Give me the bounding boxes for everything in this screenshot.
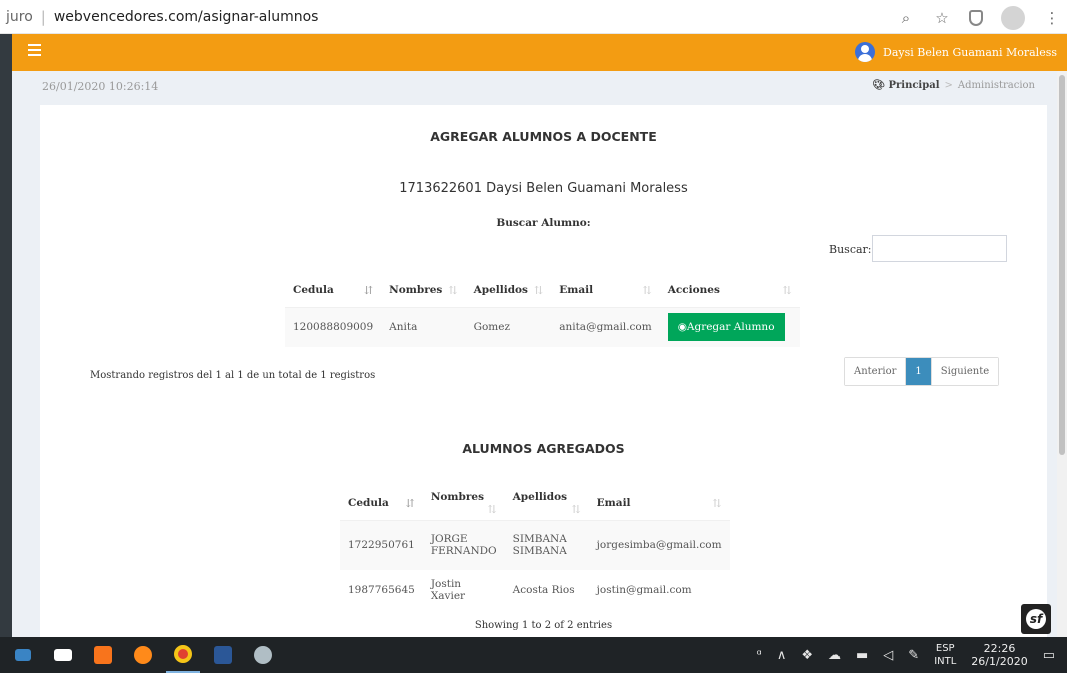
cell-email: anita@gmail.com xyxy=(559,321,652,334)
pen-icon[interactable]: ✎ xyxy=(908,648,919,663)
dropbox-icon[interactable]: ❖ xyxy=(801,648,813,663)
volume-icon[interactable]: ◁ xyxy=(883,648,893,663)
menu-icon[interactable] xyxy=(28,44,41,56)
buscar-alumno-heading: Buscar Alumno: xyxy=(496,217,591,229)
cell-apellidos: Gomez xyxy=(473,321,510,334)
people-icon[interactable]: ᵅ xyxy=(757,648,762,663)
col-header-apellidos[interactable]: Apellidos ⇅ xyxy=(465,275,552,308)
cell-email: jostin@gmail.com xyxy=(596,584,692,596)
table-row: 120088809009 Anita Gomez anita@gmail.com… xyxy=(285,307,800,347)
search-input[interactable] xyxy=(872,235,1007,262)
content-wrapper: 26/01/2020 10:26:14 🎨︎ Principal > Admin… xyxy=(12,71,1057,637)
col-header-nombres[interactable]: Nombres ⇅ xyxy=(381,275,466,308)
user-name: Daysi Belen Guamani Moraless xyxy=(883,45,1057,59)
chrome-icon[interactable] xyxy=(166,637,200,673)
cell-apellidos: Acosta Rios xyxy=(512,584,575,596)
cell-email: jorgesimba@gmail.com xyxy=(596,539,722,552)
profile-icon[interactable] xyxy=(1001,6,1025,30)
pagination: Anterior 1 Siguiente xyxy=(844,357,1000,386)
mail-icon[interactable] xyxy=(46,637,80,673)
address-separator: | xyxy=(40,7,46,26)
user-icon xyxy=(855,42,875,62)
col-header-cedula[interactable]: Cedula ⇵ xyxy=(285,275,382,308)
added-students-title: ALUMNOS AGREGADOS xyxy=(462,441,625,456)
page-title: AGREGAR ALUMNOS A DOCENTE xyxy=(430,129,657,144)
breadcrumb-home[interactable]: 🎨︎ Principal xyxy=(872,80,939,91)
input-language[interactable]: ESP INTL xyxy=(934,642,956,668)
main-card: AGREGAR ALUMNOS A DOCENTE 1713622601 Day… xyxy=(40,105,1047,637)
added-students-table: Cedula ⇵ Nombres ⇅ Apellidos ⇅ Email ⇅ 17229… xyxy=(340,488,730,610)
word-icon[interactable] xyxy=(206,637,240,673)
page-scrollbar-thumb[interactable] xyxy=(1059,75,1065,455)
address-url[interactable]: webvencedores.com/asignar-alumnos xyxy=(54,9,319,25)
cell-nombres: Anita xyxy=(389,321,418,334)
col-header-acciones[interactable]: Acciones ⇅ xyxy=(659,275,800,308)
chevron-up-icon[interactable]: ∧ xyxy=(777,648,787,663)
col-header-nombres[interactable]: Nombres ⇅ xyxy=(422,488,505,521)
browser-address-bar: juro | webvencedores.com/asignar-alumnos… xyxy=(0,0,1067,34)
breadcrumb-current: Administracion xyxy=(957,80,1035,91)
firefox-icon[interactable] xyxy=(126,637,160,673)
taskbar-clock[interactable]: 22:26 26/1/2020 xyxy=(971,642,1027,668)
cell-nombres: JORGE FERNANDO xyxy=(430,533,497,558)
students-table-info: Mostrando registros del 1 al 1 de un tot… xyxy=(90,370,376,381)
cell-cedula: 1987765645 xyxy=(348,584,415,596)
table-row: 1987765645 Jostin Xavier Acosta Rios jos… xyxy=(340,570,730,610)
add-student-button[interactable]: ◉Agregar Alumno xyxy=(667,313,785,342)
eye-icon: ◉ xyxy=(677,321,687,334)
user-menu[interactable]: Daysi Belen Guamani Moraless xyxy=(855,42,1057,62)
table-row: 1722950761 JORGE FERNANDO SIMBANA SIMBAN… xyxy=(340,520,730,570)
added-table-info: Showing 1 to 2 of 2 entries xyxy=(474,620,613,631)
cell-cedula: 120088809009 xyxy=(293,321,374,334)
symfony-toolbar-icon[interactable]: sf xyxy=(1021,604,1051,634)
cell-nombres: Jostin Xavier xyxy=(430,578,466,602)
cell-acciones: ◉Agregar Alumno xyxy=(660,307,800,347)
pagination-prev[interactable]: Anterior xyxy=(845,358,907,385)
xampp-icon[interactable] xyxy=(86,637,120,673)
cell-apellidos: SIMBANA SIMBANA xyxy=(512,533,567,558)
search-label: Buscar: xyxy=(829,243,872,256)
col-header-email[interactable]: Email ⇅ xyxy=(551,275,660,308)
shield-icon[interactable] xyxy=(969,10,983,26)
app-header: Daysi Belen Guamani Moraless xyxy=(12,34,1067,71)
col-header-cedula[interactable]: Cedula ⇵ xyxy=(340,488,423,521)
os-taskbar: ᵅ ∧ ❖ ☁ ▬ ◁ ✎ ESP INTL 22:26 26/1/2020 ▭ xyxy=(0,637,1067,673)
pagination-next[interactable]: Siguiente xyxy=(931,358,999,385)
file-explorer-icon[interactable] xyxy=(6,637,40,673)
students-table: Cedula ⇵ Nombres ⇅ Apellidos ⇅ Email ⇅ Accio… xyxy=(285,275,800,347)
more-vert-icon[interactable]: ⋮ xyxy=(1043,9,1061,27)
teacher-name: 1713622601 Daysi Belen Guamani Moraless xyxy=(399,181,688,196)
cell-cedula: 1722950761 xyxy=(348,539,415,552)
browser-icons: ⌕ ☆ ⋮ xyxy=(897,6,1061,30)
pagination-page-1[interactable]: 1 xyxy=(906,358,932,385)
system-tray: ᵅ ∧ ❖ ☁ ▬ ◁ ✎ ESP INTL 22:26 26/1/2020 ▭ xyxy=(757,637,1055,673)
battery-icon[interactable]: ▬ xyxy=(856,648,868,663)
breadcrumb: 🎨︎ Principal > Administracion xyxy=(872,80,1035,91)
star-icon[interactable]: ☆ xyxy=(933,9,951,27)
col-header-apellidos[interactable]: Apellidos ⇅ xyxy=(504,488,589,521)
zoom-icon[interactable]: ⌕ xyxy=(897,9,915,27)
notification-icon[interactable]: ▭ xyxy=(1043,648,1055,663)
onedrive-icon[interactable]: ☁ xyxy=(828,648,841,663)
paint-icon[interactable] xyxy=(246,637,280,673)
current-datetime: 26/01/2020 10:26:14 xyxy=(42,80,159,93)
col-header-email[interactable]: Email ⇅ xyxy=(588,488,730,521)
left-sidebar-strip xyxy=(0,34,12,637)
address-prefix: juro xyxy=(6,8,33,25)
breadcrumb-separator: > xyxy=(944,80,953,91)
